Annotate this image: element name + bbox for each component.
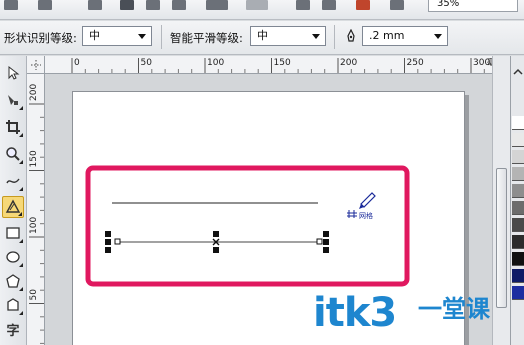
- ruler-tick-label: 250: [407, 58, 424, 68]
- palette-swatch[interactable]: [512, 252, 524, 266]
- chevron-down-icon: [312, 34, 320, 39]
- palette-swatch[interactable]: [512, 201, 524, 215]
- ruler-tick-label: 200: [340, 58, 357, 68]
- ruler-tick-label: 100: [207, 58, 224, 68]
- ruler-tick-label: 150: [29, 150, 39, 167]
- selection-handle[interactable]: [105, 239, 111, 245]
- vertical-ruler[interactable]: 200 150 100 50: [27, 74, 45, 345]
- text-tool[interactable]: 字: [2, 318, 24, 340]
- smart-smoothing-label: 智能平滑等级:: [170, 31, 243, 45]
- chevron-down-icon: [138, 34, 146, 39]
- open-icon[interactable]: [38, 0, 52, 10]
- smart-smoothing-value: 中: [257, 29, 268, 42]
- palette-swatch[interactable]: [512, 218, 524, 232]
- palette-swatch[interactable]: [512, 235, 524, 249]
- flyout-indicator-icon: [19, 287, 23, 291]
- publish-pdf-icon[interactable]: [356, 0, 370, 10]
- ruler-tick-label: 0: [74, 58, 80, 68]
- ruler-tick-label: 50: [141, 58, 153, 68]
- cut-icon[interactable]: [120, 0, 134, 10]
- polygon-tool[interactable]: [2, 270, 24, 292]
- ruler-tick-label: 100: [29, 217, 39, 234]
- toolbox: 字: [0, 56, 27, 345]
- palette-swatch[interactable]: [512, 150, 524, 164]
- crop-tool[interactable]: [2, 116, 24, 138]
- color-palette: [510, 56, 524, 345]
- vertical-ruler-ticks: 200 150 100 50: [29, 84, 44, 344]
- outline-width-value: .2 mm: [369, 29, 405, 42]
- horizontal-ruler[interactable]: 050100150200250300毫米: [27, 56, 510, 74]
- palette-swatch[interactable]: [512, 269, 524, 283]
- palette-swatch[interactable]: [512, 184, 524, 198]
- flyout-indicator-icon: [19, 160, 23, 164]
- basic-shapes-tool[interactable]: [2, 294, 24, 316]
- selection-handle[interactable]: [323, 247, 329, 253]
- ruler-origin[interactable]: [27, 56, 45, 74]
- watermark-logo: itk3: [313, 290, 397, 336]
- flyout-indicator-icon: [19, 133, 23, 137]
- outline-pen-icon: [347, 29, 355, 42]
- freehand-tool[interactable]: [2, 170, 24, 192]
- zoom-tool[interactable]: [2, 143, 24, 165]
- node-handle[interactable]: [114, 238, 121, 245]
- coreldraw-window: 35% 形状识别等级: 中 智能平滑等级: 中 .2 mm 字 0 50 100…: [0, 0, 524, 345]
- new-icon[interactable]: [4, 0, 18, 10]
- application-launcher-icon[interactable]: [390, 0, 404, 10]
- flyout-indicator-icon: [19, 187, 23, 191]
- palette-swatch[interactable]: [512, 133, 524, 147]
- highlight-box: [85, 165, 410, 287]
- import-icon[interactable]: [296, 0, 310, 10]
- selection-handle[interactable]: [213, 231, 219, 237]
- export-icon[interactable]: [322, 0, 336, 10]
- horizontal-ruler-ticks: 050100150200250300毫米: [71, 57, 503, 73]
- property-bar: 形状识别等级: 中 智能平滑等级: 中 .2 mm: [0, 21, 524, 55]
- node-handle[interactable]: [316, 238, 323, 245]
- outline-width-select[interactable]: .2 mm: [362, 26, 448, 46]
- ruler-tick-label: 200: [29, 84, 39, 101]
- pick-icon: [8, 65, 20, 80]
- flyout-indicator-icon: [18, 212, 22, 216]
- redo-icon[interactable]: [246, 0, 268, 10]
- flyout-indicator-icon: [19, 311, 23, 315]
- paste-icon[interactable]: [172, 0, 186, 10]
- rectangle-tool[interactable]: [2, 222, 24, 244]
- toolbar-divider: [161, 25, 162, 49]
- selection-handle[interactable]: [323, 231, 329, 237]
- palette-swatch[interactable]: [512, 167, 524, 181]
- flyout-indicator-icon: [19, 106, 23, 110]
- watermark-logo-cn: 一堂课: [418, 295, 490, 323]
- ellipse-tool[interactable]: [2, 246, 24, 268]
- shape-recognition-value: 中: [89, 29, 100, 42]
- palette-swatch[interactable]: [512, 286, 524, 300]
- standard-toolbar: 35%: [0, 0, 524, 20]
- selection-handle[interactable]: [323, 239, 329, 245]
- text-icon: 字: [6, 323, 20, 339]
- selection-handle[interactable]: [105, 247, 111, 253]
- toolbar-divider: [334, 25, 335, 49]
- smart-smoothing-select[interactable]: 中: [250, 26, 326, 46]
- shape-recognition-select[interactable]: 中: [82, 26, 152, 46]
- undo-icon[interactable]: [206, 0, 228, 10]
- chevron-down-icon: [434, 34, 442, 39]
- save-icon[interactable]: [88, 0, 102, 10]
- zoom-level-field[interactable]: 35%: [428, 0, 518, 12]
- scrollbar-thumb[interactable]: [496, 168, 507, 308]
- copy-icon[interactable]: [146, 0, 160, 10]
- palette-scroll-up-icon[interactable]: [512, 66, 524, 78]
- cursor-label: 网格: [359, 211, 373, 220]
- flyout-indicator-icon: [19, 239, 23, 243]
- ruler-tick-label: 50: [29, 289, 39, 301]
- flyout-indicator-icon: [19, 263, 23, 267]
- smart-drawing-tool[interactable]: [2, 196, 24, 218]
- selection-handle[interactable]: [105, 231, 111, 237]
- shape-recognition-label: 形状识别等级:: [4, 31, 77, 45]
- shape-tool[interactable]: [2, 89, 24, 111]
- pick-tool[interactable]: [2, 62, 24, 84]
- vertical-scrollbar[interactable]: [492, 56, 510, 345]
- palette-swatch[interactable]: [512, 116, 524, 130]
- ruler-origin-icon: [31, 60, 41, 70]
- selection-handle[interactable]: [213, 247, 219, 253]
- ruler-tick-label: 150: [274, 58, 291, 68]
